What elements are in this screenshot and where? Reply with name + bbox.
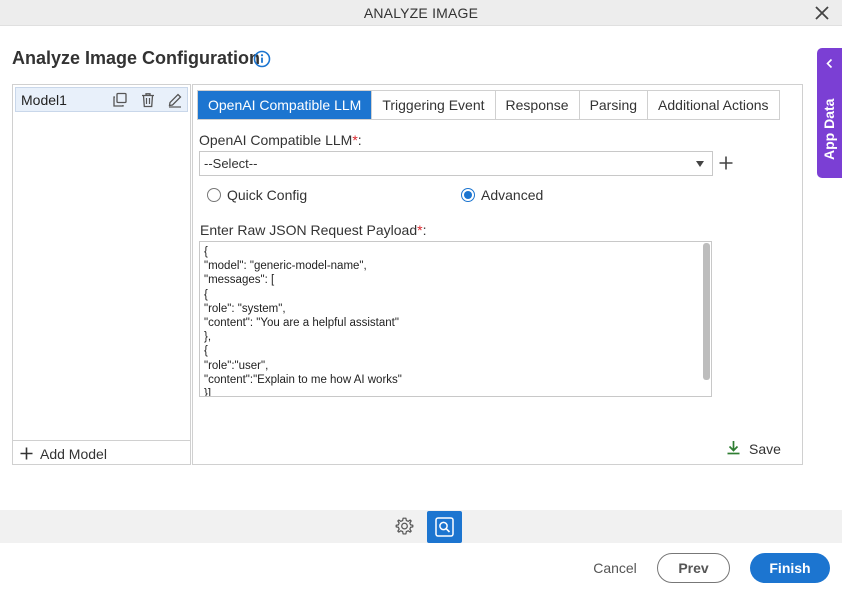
bottom-toolbar	[0, 510, 842, 543]
advanced-label: Advanced	[481, 187, 544, 203]
trash-icon[interactable]	[140, 92, 156, 108]
tab-triggering-event[interactable]: Triggering Event	[371, 91, 494, 119]
model-list-panel: Model1 Add Model	[12, 84, 191, 465]
edit-icon[interactable]	[167, 92, 183, 108]
model-item-model1[interactable]: Model1	[15, 87, 188, 112]
dialog-title: ANALYZE IMAGE	[363, 5, 479, 21]
label-colon: :	[422, 222, 427, 238]
dialog-titlebar: ANALYZE IMAGE	[0, 0, 842, 26]
llm-field-label: OpenAI Compatible LLM*:	[199, 132, 362, 148]
page-title: Analyze Image Configuration	[12, 48, 261, 68]
tab-parsing[interactable]: Parsing	[578, 91, 647, 119]
image-search-icon	[435, 517, 454, 537]
add-llm-icon[interactable]	[719, 156, 733, 170]
copy-icon[interactable]	[112, 92, 128, 108]
save-label: Save	[749, 441, 781, 457]
json-payload-textarea[interactable]: { "model": "generic-model-name", "messag…	[199, 241, 712, 397]
llm-field-label-text: OpenAI Compatible LLM	[199, 132, 353, 148]
info-icon[interactable]	[253, 50, 271, 68]
textarea-scrollbar[interactable]	[703, 243, 710, 380]
payload-field-label-text: Enter Raw JSON Request Payload	[200, 222, 418, 238]
json-payload-text: { "model": "generic-model-name", "messag…	[204, 246, 402, 397]
cancel-button[interactable]: Cancel	[588, 553, 642, 583]
add-model-label: Add Model	[40, 446, 107, 462]
llm-select[interactable]: --Select--	[199, 151, 713, 176]
analyze-image-tool-button[interactable]	[427, 511, 462, 543]
close-icon[interactable]	[812, 3, 832, 23]
app-data-label: App Data	[821, 98, 837, 160]
app-data-panel-toggle[interactable]: App Data	[817, 48, 842, 178]
llm-select-value: --Select--	[204, 156, 258, 171]
caret-down-icon	[696, 161, 704, 167]
advanced-radio[interactable]	[461, 188, 475, 202]
tab-response[interactable]: Response	[494, 91, 579, 119]
label-colon: :	[357, 132, 362, 148]
download-icon	[727, 441, 740, 455]
model-item-label: Model1	[21, 92, 67, 108]
quick-config-radio[interactable]	[207, 188, 221, 202]
payload-field-label: Enter Raw JSON Request Payload*:	[200, 222, 426, 238]
plus-icon	[20, 447, 33, 460]
gear-icon[interactable]	[394, 516, 415, 537]
config-tabs: OpenAI Compatible LLM Triggering Event R…	[197, 90, 780, 120]
finish-button[interactable]: Finish	[750, 553, 830, 583]
add-model-button[interactable]: Add Model	[13, 440, 190, 464]
tab-openai-compatible-llm[interactable]: OpenAI Compatible LLM	[198, 91, 372, 119]
quick-config-label: Quick Config	[227, 187, 308, 203]
tab-additional-actions[interactable]: Additional Actions	[647, 91, 779, 119]
prev-button[interactable]: Prev	[657, 553, 730, 583]
